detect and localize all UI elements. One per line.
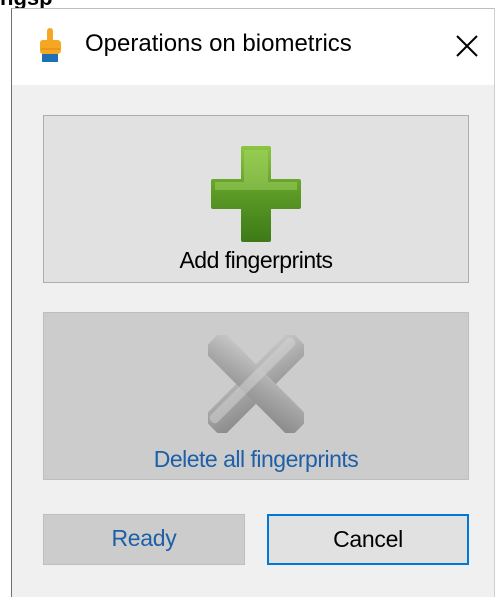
ready-button[interactable]: Ready — [43, 514, 245, 565]
delete-all-fingerprints-label: Delete all fingerprints — [153, 446, 359, 472]
cross-icon — [204, 332, 308, 436]
pointing-hand-icon — [36, 27, 64, 63]
plus-icon — [211, 146, 301, 242]
dialog-title: Operations on biometrics — [85, 30, 352, 57]
screen: ngsp Operations on biometrics — [0, 0, 501, 597]
close-icon — [456, 35, 478, 57]
add-fingerprints-label: Add fingerprints — [179, 247, 333, 273]
title-bar[interactable]: Operations on biometrics — [12, 9, 494, 85]
delete-all-fingerprints-button[interactable]: Delete all fingerprints — [43, 312, 469, 480]
add-fingerprints-button[interactable]: Add fingerprints — [43, 115, 469, 283]
cancel-button[interactable]: Cancel — [267, 514, 469, 565]
biometrics-dialog: Operations on biometrics Add fingerprint… — [11, 8, 495, 597]
close-button[interactable] — [444, 23, 490, 69]
